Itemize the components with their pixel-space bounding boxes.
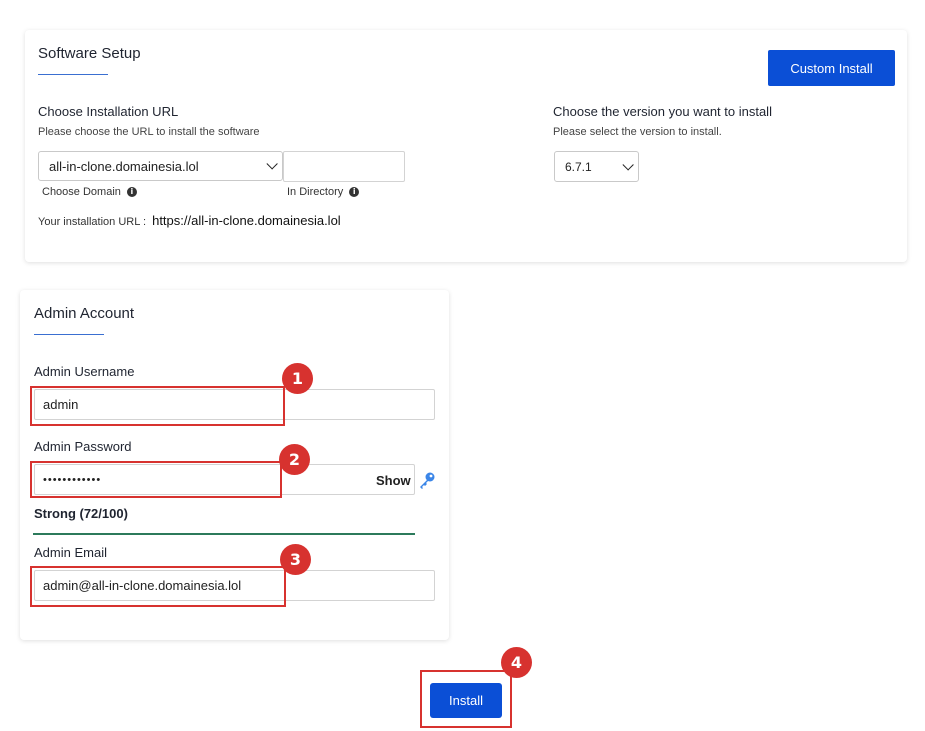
directory-input[interactable] <box>283 151 405 182</box>
installation-url-label: Your installation URL : <box>38 216 147 228</box>
domain-select[interactable]: all-in-clone.domainesia.lol <box>38 151 283 181</box>
annotation-badge-1: 1 <box>282 363 313 394</box>
admin-username-label: Admin Username <box>34 364 135 379</box>
info-icon[interactable]: i <box>126 187 137 197</box>
choose-version-subtitle: Please select the version to install. <box>553 126 722 138</box>
highlight-box-password <box>30 461 282 498</box>
title-underline <box>38 74 108 75</box>
custom-install-button[interactable]: Custom Install <box>768 50 895 86</box>
info-icon[interactable]: i <box>349 187 360 197</box>
software-setup-card: Software Setup Custom Install Choose Ins… <box>25 30 907 262</box>
domain-select-value: all-in-clone.domainesia.lol <box>49 158 199 174</box>
highlight-box-email <box>30 566 286 607</box>
in-directory-text: In Directory <box>287 186 344 198</box>
version-select-value: 6.7.1 <box>565 159 592 174</box>
choose-version-title: Choose the version you want to install <box>553 104 772 119</box>
show-password-button[interactable]: Show <box>376 473 411 488</box>
password-strength-bar <box>33 533 415 535</box>
in-directory-label: In Directory i <box>287 186 360 198</box>
installation-url-value: https://all-in-clone.domainesia.lol <box>152 213 341 228</box>
choose-domain-text: Choose Domain <box>42 186 121 198</box>
annotation-badge-4: 4 <box>501 647 532 678</box>
chevron-down-icon <box>622 158 634 171</box>
key-icon[interactable] <box>418 471 436 489</box>
chevron-down-icon <box>266 158 278 170</box>
annotation-badge-2: 2 <box>279 444 310 475</box>
choose-url-title: Choose Installation URL <box>38 104 179 119</box>
software-setup-title: Software Setup <box>38 45 141 62</box>
password-strength-text: Strong (72/100) <box>34 506 128 521</box>
choose-domain-label: Choose Domain i <box>42 186 137 198</box>
title-underline <box>34 334 104 335</box>
version-select[interactable]: 6.7.1 <box>554 151 639 182</box>
admin-password-label: Admin Password <box>34 439 132 454</box>
annotation-badge-3: 3 <box>280 544 311 575</box>
admin-account-title: Admin Account <box>34 305 135 322</box>
highlight-box-username <box>30 386 285 426</box>
choose-url-subtitle: Please choose the URL to install the sof… <box>38 126 260 138</box>
admin-email-label: Admin Email <box>34 545 107 560</box>
installation-url-row: Your installation URL : https://all-in-c… <box>38 213 341 228</box>
highlight-box-install <box>420 670 512 728</box>
